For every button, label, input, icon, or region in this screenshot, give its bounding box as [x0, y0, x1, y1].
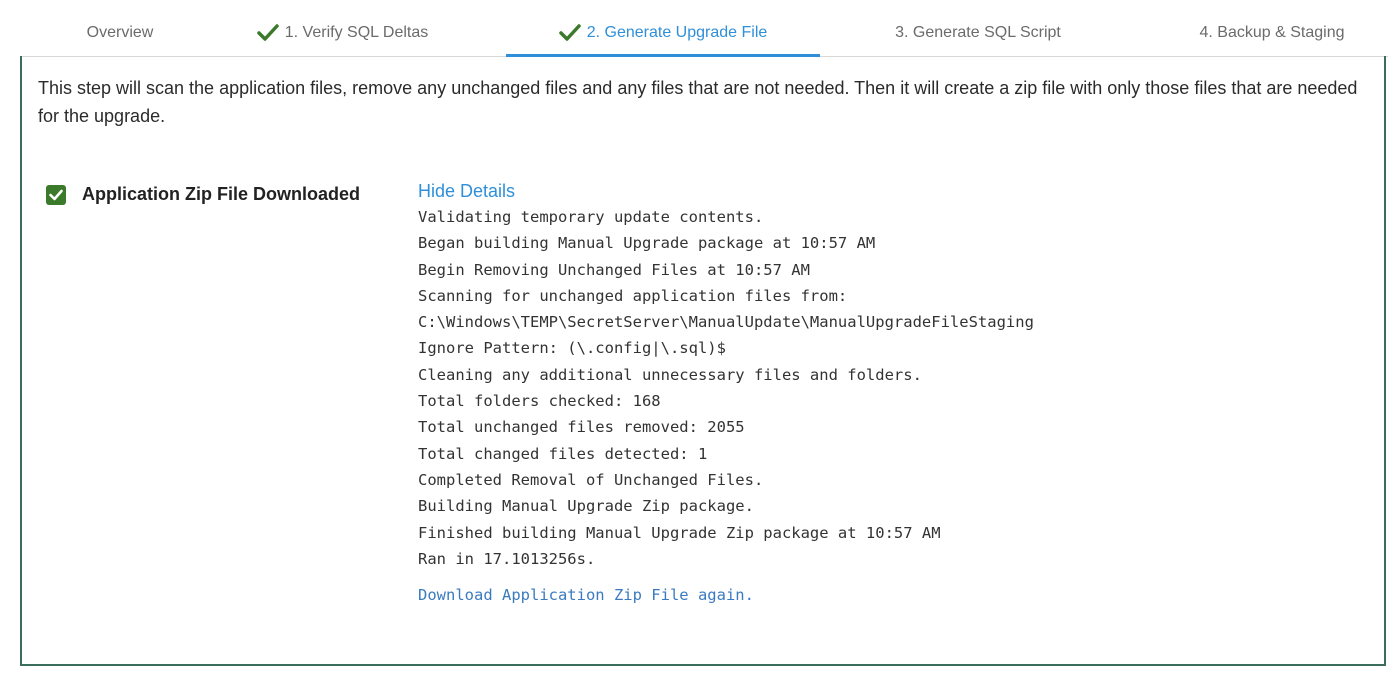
log-line: Ignore Pattern: (\.config|\.sql)$	[418, 339, 726, 358]
checkbox-checked-icon	[46, 184, 66, 205]
tab-generate-sql-script-label: 3. Generate SQL Script	[895, 24, 1061, 41]
tab-generate-upgrade-file-label: 2. Generate Upgrade File	[586, 24, 768, 41]
log-line: C:\Windows\TEMP\SecretServer\ManualUpdat…	[418, 313, 1034, 332]
download-again-link[interactable]: Download Application Zip File again.	[418, 586, 1034, 604]
tab-overview-label: Overview	[86, 24, 154, 41]
tab-backup-staging[interactable]: 4. Backup & Staging	[1172, 10, 1372, 56]
wizard-tabs: Overview 1. Verify SQL Deltas 2. Generat…	[20, 10, 1388, 57]
checkmark-icon	[558, 24, 581, 41]
step-panel: This step will scan the application file…	[20, 56, 1386, 666]
log-line: Completed Removal of Unchanged Files.	[418, 470, 764, 489]
zip-download-status: Application Zip File Downloaded	[46, 184, 360, 205]
details-section: Hide Details Validating temporary update…	[418, 180, 1034, 604]
tab-generate-upgrade-file[interactable]: 2. Generate Upgrade File	[506, 10, 820, 57]
hide-details-link[interactable]: Hide Details	[418, 180, 1034, 202]
tab-overview[interactable]: Overview	[70, 10, 170, 56]
log-line: Cleaning any additional unnecessary file…	[418, 365, 922, 384]
log-line: Ran in 17.1013256s.	[418, 549, 596, 568]
log-line: Building Manual Upgrade Zip package.	[418, 497, 754, 516]
log-line: Validating temporary update contents.	[418, 208, 764, 226]
log-line: Finished building Manual Upgrade Zip pac…	[418, 523, 941, 542]
log-line: Scanning for unchanged application files…	[418, 286, 848, 305]
log-line: Begin Removing Unchanged Files at 10:57 …	[418, 260, 810, 279]
tab-verify-sql-deltas-label: 1. Verify SQL Deltas	[284, 24, 429, 41]
log-line: Total folders checked: 168	[418, 392, 661, 411]
tab-backup-staging-label: 4. Backup & Staging	[1199, 24, 1345, 41]
log-line: Total changed files detected: 1	[418, 444, 708, 463]
status-label: Application Zip File Downloaded	[82, 184, 360, 204]
log-line: Began building Manual Upgrade package at…	[418, 234, 876, 253]
log-output: Validating temporary update contents. Beg…	[418, 204, 1034, 572]
step-description: This step will scan the application file…	[38, 78, 1358, 126]
checkmark-icon	[257, 24, 279, 41]
tab-generate-sql-script[interactable]: 3. Generate SQL Script	[868, 10, 1088, 56]
log-line: Total unchanged files removed: 2055	[418, 418, 745, 437]
tab-verify-sql-deltas[interactable]: 1. Verify SQL Deltas	[235, 10, 450, 56]
